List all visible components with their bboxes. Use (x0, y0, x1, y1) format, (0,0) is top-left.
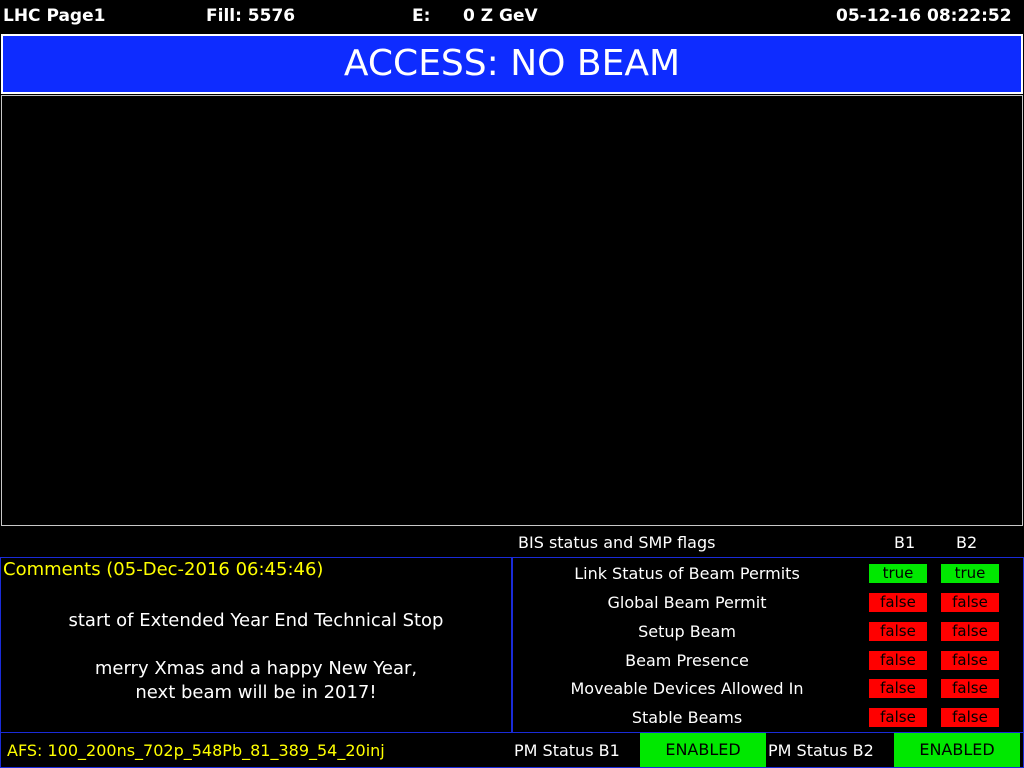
flag-label-global-beam-permit: Global Beam Permit (607, 593, 767, 612)
comments-panel (0, 557, 512, 733)
flag-value-b1: false (869, 593, 927, 612)
date-time: 05-12-16 08:22:52 (836, 6, 1012, 26)
comment-line: next beam will be in 2017! (135, 682, 377, 703)
comment-line: merry Xmas and a happy New Year, (94, 658, 418, 679)
flag-value-b2: false (941, 708, 999, 727)
column-header-b2: B2 (956, 533, 978, 552)
flag-value-b2: false (941, 622, 999, 641)
flag-value-b1: false (869, 622, 927, 641)
flag-value-b1: false (869, 708, 927, 727)
comments-title: Comments (05-Dec-2016 06:45:46) (3, 559, 324, 580)
flag-value-b1: false (869, 679, 927, 698)
bis-flags-panel (512, 557, 1024, 733)
column-header-b1: B1 (894, 533, 916, 552)
energy-label: E: (412, 6, 431, 26)
flag-value-b1: true (869, 564, 927, 583)
main-display-panel (1, 95, 1023, 526)
flag-label-setup-beam: Setup Beam (638, 622, 736, 641)
flag-label-beam-presence: Beam Presence (625, 651, 749, 670)
flag-label-link-status: Link Status of Beam Permits (574, 564, 800, 583)
pm-status-b1-value: ENABLED (640, 733, 766, 767)
afs-filling-scheme: AFS: 100_200ns_702p_548Pb_81_389_54_20in… (7, 741, 385, 760)
flag-value-b1: false (869, 651, 927, 670)
flag-label-moveable-devices: Moveable Devices Allowed In (570, 679, 804, 698)
comment-line: start of Extended Year End Technical Sto… (68, 610, 444, 631)
flag-label-stable-beams: Stable Beams (631, 708, 743, 727)
energy-value: 0 Z GeV (463, 6, 538, 26)
header-bar: LHC Page1 Fill: 5576 E: 0 Z GeV 05-12-16… (0, 0, 1024, 33)
pm-status-b2-label: PM Status B2 (768, 741, 874, 760)
flag-value-b2: false (941, 593, 999, 612)
flag-value-b2: false (941, 651, 999, 670)
machine-mode-banner: ACCESS: NO BEAM (1, 34, 1023, 94)
page-title: LHC Page1 (3, 6, 106, 26)
flag-value-b2: true (941, 564, 999, 583)
pm-status-b2-value: ENABLED (894, 733, 1020, 767)
pm-status-b1-label: PM Status B1 (514, 741, 620, 760)
flag-value-b2: false (941, 679, 999, 698)
fill-number: Fill: 5576 (206, 6, 296, 26)
bis-title: BIS status and SMP flags (518, 533, 716, 552)
